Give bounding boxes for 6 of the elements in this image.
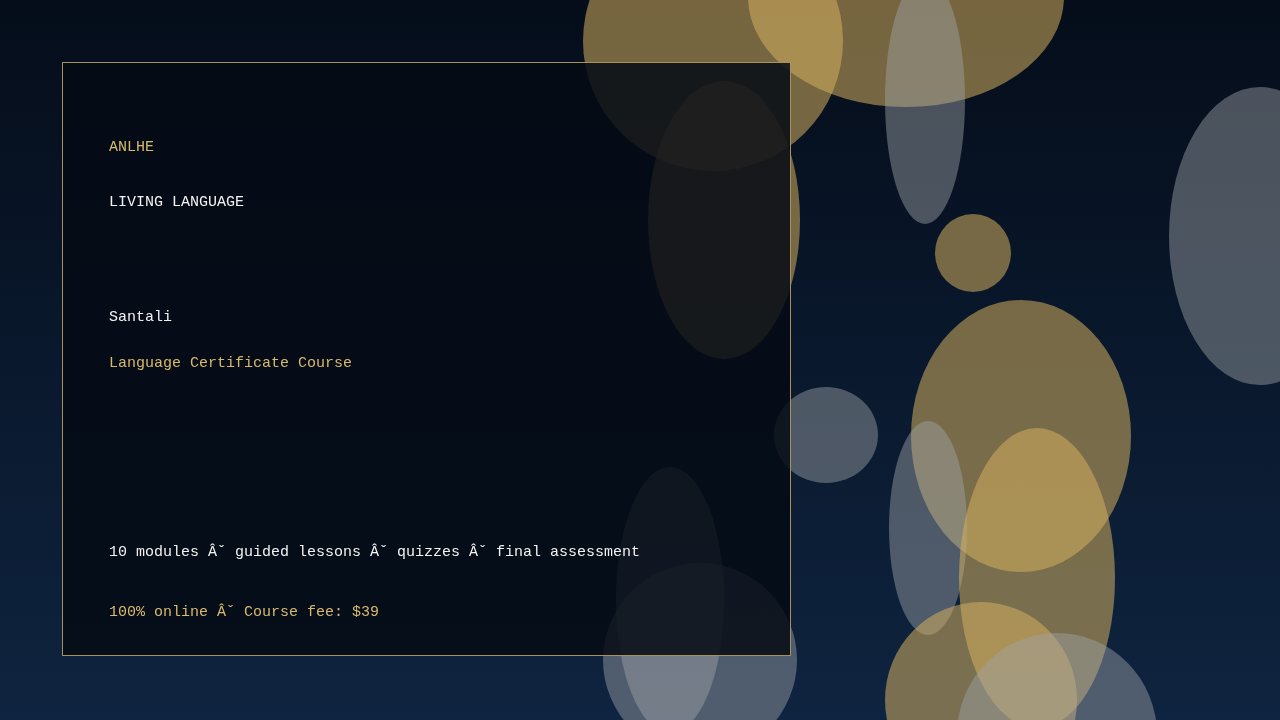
tagline: LIVING LANGUAGE <box>109 193 245 213</box>
language-name: Santali <box>109 308 172 328</box>
course-pricing: 100% online Âˇ Course fee: $39 <box>109 603 380 623</box>
brand-name: ANLHE <box>109 138 154 158</box>
course-features: 10 modules Âˇ guided lessons Âˇ quizzes Âˇ final assessment <box>109 543 641 563</box>
course-title: Language Certificate Course <box>109 354 353 374</box>
